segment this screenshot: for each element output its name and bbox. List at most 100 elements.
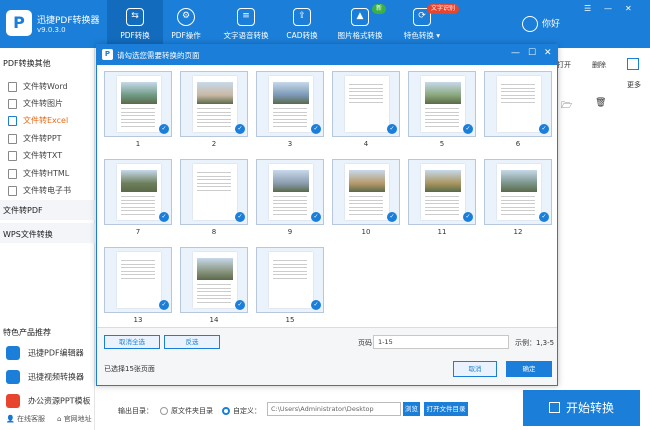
menu-icon[interactable]: ☰	[584, 4, 591, 13]
sidebar-section-wps[interactable]: WPS文件转换	[3, 229, 53, 240]
page-thumbnail[interactable]: ✓	[180, 247, 248, 313]
page-preview	[269, 164, 313, 220]
page-range-input[interactable]: 1-15	[373, 335, 509, 349]
checkmark-icon[interactable]: ✓	[235, 124, 245, 134]
page-thumbnail[interactable]: ✓	[332, 159, 400, 225]
text-line	[425, 108, 459, 109]
text-line	[273, 277, 307, 279]
output-path-input[interactable]: C:\Users\Administrator\Desktop	[267, 402, 401, 416]
sidebar-item-txt[interactable]: 文件转TXT	[8, 150, 62, 161]
page-thumbnail[interactable]: ✓	[180, 159, 248, 225]
browse-button[interactable]: 浏览	[403, 402, 420, 416]
page-thumbnail[interactable]: ✓	[180, 71, 248, 137]
cancel-button[interactable]: 取消	[453, 361, 497, 377]
checkmark-icon[interactable]: ✓	[311, 212, 321, 222]
folder-icon[interactable]: 🗁	[561, 98, 572, 114]
file-icon	[8, 115, 17, 126]
page-thumbnail[interactable]: ✓	[408, 71, 476, 137]
checkmark-icon[interactable]: ✓	[159, 300, 169, 310]
product-pdf-editor[interactable]: 迅捷PDF编辑器	[6, 346, 84, 360]
text-line	[501, 98, 535, 99]
text-line	[197, 182, 231, 184]
text-line	[121, 206, 155, 208]
maximize-icon[interactable]: ☐	[528, 48, 536, 58]
user-area[interactable]: 你好	[522, 16, 560, 32]
text-line	[197, 111, 231, 113]
page-preview	[497, 76, 541, 132]
deselect-all-button[interactable]: 取消全选	[104, 335, 160, 349]
sidebar-item-image[interactable]: 文件转图片	[8, 98, 63, 109]
text-line	[197, 294, 231, 296]
example-text: 示例：1,3-5	[515, 339, 555, 347]
page-thumbnail[interactable]: ✓	[104, 159, 172, 225]
checkmark-icon[interactable]: ✓	[387, 212, 397, 222]
text-line	[121, 118, 155, 120]
sidebar-section-to-pdf[interactable]: 文件转PDF	[3, 205, 43, 216]
page-thumbnail[interactable]: ✓	[256, 71, 324, 137]
toolbar-more[interactable]: 更多	[627, 80, 641, 90]
checkmark-icon[interactable]: ✓	[311, 300, 321, 310]
radio-source-folder[interactable]: 原文件夹目录	[160, 406, 213, 416]
text-line	[425, 118, 459, 120]
video-icon	[6, 370, 20, 384]
tab-pdf-convert[interactable]: ⇆ PDF转换	[107, 0, 163, 48]
pdf-convert-icon: ⇆	[126, 8, 144, 26]
sidebar-item-html[interactable]: 文件转HTML	[8, 168, 69, 179]
close-icon[interactable]: ✕	[625, 4, 632, 13]
text-line	[121, 274, 155, 275]
app-version: v9.0.3.0	[37, 26, 66, 34]
open-folder-button[interactable]: 打开文件目录	[424, 402, 468, 416]
trash-icon[interactable]: 🗑	[595, 98, 606, 108]
checkmark-icon[interactable]: ✓	[235, 300, 245, 310]
checkmark-icon[interactable]: ✓	[539, 212, 549, 222]
toolbar-open[interactable]: 打开	[557, 60, 571, 70]
checkmark-icon[interactable]: ✓	[159, 212, 169, 222]
checkmark-icon[interactable]: ✓	[387, 124, 397, 134]
grid-view-icon[interactable]	[627, 58, 639, 70]
close-icon[interactable]: ✕	[544, 48, 552, 58]
online-service-link[interactable]: 👤 在线客服	[6, 414, 45, 424]
sidebar-item-ebook[interactable]: 文件转电子书	[8, 185, 71, 196]
official-site-link[interactable]: ⌂ 官网地址	[57, 414, 92, 424]
checkmark-icon[interactable]: ✓	[159, 124, 169, 134]
text-line	[425, 199, 459, 201]
toolbar-delete[interactable]: 删除	[592, 60, 606, 70]
radio-custom-folder[interactable]: 自定义：	[222, 406, 261, 416]
minimize-icon[interactable]: —	[511, 48, 520, 58]
text-line	[425, 203, 459, 204]
file-icon	[8, 81, 17, 92]
page-preview	[497, 164, 541, 220]
page-thumbnail[interactable]: ✓	[484, 159, 552, 225]
page-thumbnail[interactable]: ✓	[256, 247, 324, 313]
page-thumbnail[interactable]: ✓	[332, 71, 400, 137]
page-thumbnail[interactable]: ✓	[256, 159, 324, 225]
page-number: 4	[363, 140, 369, 148]
page-photo	[501, 170, 537, 192]
product-video-converter[interactable]: 迅捷视频转换器	[6, 370, 84, 384]
checkmark-icon[interactable]: ✓	[235, 212, 245, 222]
sidebar-item-ppt[interactable]: 文件转PPT	[8, 133, 62, 144]
sidebar-item-word[interactable]: 文件转Word	[8, 81, 68, 92]
page-thumbnail[interactable]: ✓	[484, 71, 552, 137]
checkmark-icon[interactable]: ✓	[463, 124, 473, 134]
checkmark-icon[interactable]: ✓	[311, 124, 321, 134]
tab-cad[interactable]: ⇪ CAD转换	[274, 0, 330, 48]
product-ppt-template[interactable]: 办公资源PPT模板	[6, 394, 91, 408]
sidebar-item-excel[interactable]: 文件转Excel	[8, 115, 68, 126]
page-thumbnail[interactable]: ✓	[408, 159, 476, 225]
tab-pdf-operate[interactable]: ⚙ PDF操作	[158, 0, 214, 48]
page-thumbnail[interactable]: ✓	[104, 71, 172, 137]
text-line	[273, 115, 307, 116]
minimize-icon[interactable]: —	[604, 4, 612, 13]
page-preview	[345, 164, 389, 220]
ok-button[interactable]: 确定	[506, 361, 552, 377]
text-line	[197, 125, 231, 127]
text-line	[121, 111, 155, 113]
text-line	[425, 115, 459, 116]
invert-selection-button[interactable]: 反选	[164, 335, 220, 349]
checkmark-icon[interactable]: ✓	[463, 212, 473, 222]
page-thumbnail[interactable]: ✓	[104, 247, 172, 313]
tab-voice[interactable]: ≡ 文字语音转换	[215, 0, 277, 48]
checkmark-icon[interactable]: ✓	[539, 124, 549, 134]
start-convert-button[interactable]: 开始转换	[523, 390, 640, 426]
